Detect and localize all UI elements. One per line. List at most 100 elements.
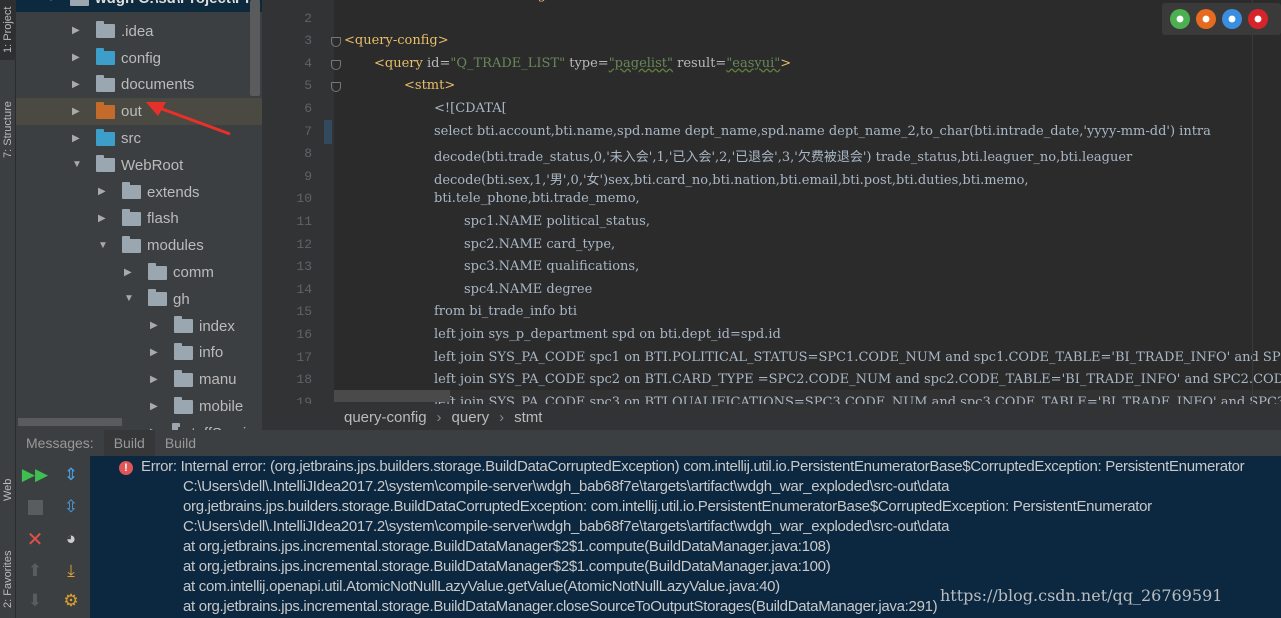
editor-horizontal-scrollbar[interactable] <box>334 390 450 402</box>
message-detail[interactable]: org.jetbrains.jps.builders.storage.Build… <box>183 498 1152 515</box>
collapse-all-icon[interactable]: ⇳ <box>60 496 82 518</box>
code-line: <stmt> <box>404 78 455 93</box>
code-token: <stmt> <box>404 78 456 94</box>
code-line: left join SYS_PA_CODE spc2 on BTI.CARD_T… <box>434 372 1281 387</box>
tree-item[interactable]: ▶ mobile <box>16 393 262 420</box>
chevron-right-icon[interactable]: ▶ <box>124 267 134 278</box>
chevron-right-icon[interactable]: ▶ <box>72 26 82 36</box>
chevron-down-icon[interactable]: ▼ <box>98 240 108 251</box>
line-number: 4 <box>304 55 312 71</box>
breadcrumb-item[interactable]: stmt <box>514 409 542 426</box>
settings-wrench-icon[interactable]: ⚙ <box>60 590 82 612</box>
breadcrumb-separator: › <box>499 408 505 426</box>
message-detail[interactable]: at org.jetbrains.jps.incremental.storage… <box>183 598 938 615</box>
tree-item[interactable]: ▶ comm <box>16 259 262 286</box>
breadcrumb-separator: › <box>436 408 442 426</box>
line-number: 5 <box>304 78 312 94</box>
chevron-right-icon[interactable]: ▶ <box>72 133 82 144</box>
tree-item[interactable]: ▶ extends <box>16 179 262 206</box>
chevron-right-icon[interactable]: ▶ <box>150 321 160 331</box>
tree-item[interactable]: ▶ manu <box>16 366 262 393</box>
tree-item-label: info <box>199 344 224 362</box>
tree-item[interactable]: ▶ index <box>16 313 262 340</box>
line-number: 15 <box>296 304 312 320</box>
folder-icon <box>148 289 167 307</box>
code-token: <![CDATA[ <box>434 101 507 116</box>
chevron-down-icon[interactable]: ▼ <box>72 160 82 170</box>
chevron-right-icon[interactable]: ▶ <box>98 213 108 224</box>
code-token: decode(bti.trade_status,0,'未入会',1,'已入会',… <box>434 150 1133 166</box>
tree-item[interactable]: ▼ modules <box>16 232 262 259</box>
code-token: spc2.NAME card_type, <box>464 236 616 252</box>
tree-horizontal-scrollbar[interactable] <box>18 418 122 426</box>
code-line: left join SYS_PA_CODE spc1 on BTI.POLITI… <box>434 350 1281 365</box>
message-detail[interactable]: C:\Users\dell\.IntelliJIdea2017.2\system… <box>183 518 949 535</box>
tree-item[interactable]: ▼ gh <box>16 286 262 313</box>
fold-marker-icon[interactable] <box>331 82 341 93</box>
chevron-right-icon[interactable]: ▶ <box>150 401 160 412</box>
right-margin-guide <box>1252 0 1253 404</box>
code-line: decode(bti.sex,1,'男',0,'女')sex,bti.card_… <box>434 169 1029 188</box>
chevron-right-icon[interactable]: ▶ <box>72 106 82 117</box>
code-line: <query id="Q_TRADE_LIST" type="pagelist"… <box>374 56 791 71</box>
folder-icon <box>70 0 89 6</box>
previous-icon[interactable]: ⬆ <box>24 560 46 582</box>
message-detail[interactable]: C:\Users\dell\.IntelliJIdea2017.2\system… <box>183 478 949 495</box>
favorites-tool-tab[interactable]: 2: Favorites <box>0 540 16 618</box>
chevron-right-icon[interactable]: ▶ <box>72 79 82 90</box>
chrome-icon[interactable] <box>1170 9 1190 29</box>
line-number: 3 <box>304 33 312 49</box>
tab-build-2[interactable]: Build <box>155 430 206 456</box>
hide-warnings-icon[interactable]: ◕ <box>60 528 82 550</box>
chevron-right-icon[interactable]: ▶ <box>150 374 160 385</box>
line-number: 10 <box>296 191 312 207</box>
tree-item[interactable]: ▶ .idea <box>16 18 262 45</box>
fold-marker-icon[interactable] <box>331 37 341 48</box>
tree-item[interactable]: ▼ wdgh C:\sd\Project\Pro <box>16 0 262 12</box>
tree-item[interactable]: ▶ info <box>16 339 262 366</box>
chevron-right-icon[interactable]: ▶ <box>72 53 82 63</box>
export-icon[interactable]: ⤓ <box>60 560 82 582</box>
line-number: 14 <box>296 281 312 297</box>
tab-build-1[interactable]: Build <box>103 430 155 456</box>
tree-item-label: wdgh C:\sd\Project\Pro <box>95 0 260 7</box>
chevron-right-icon[interactable]: ▶ <box>150 347 160 358</box>
message-detail[interactable]: at org.jetbrains.jps.incremental.storage… <box>183 538 831 555</box>
breadcrumb-item[interactable]: query <box>452 409 490 426</box>
firefox-icon[interactable] <box>1196 9 1216 29</box>
code-line: spc3.NAME qualifications, <box>464 259 639 274</box>
tree-item[interactable]: ▼ WebRoot <box>16 152 262 179</box>
expand-all-icon[interactable]: ⇕ <box>60 464 82 486</box>
opera-icon[interactable] <box>1248 9 1268 29</box>
web-tool-tab[interactable]: Web <box>0 460 16 520</box>
project-tool-tab[interactable]: 1: Project <box>0 0 16 60</box>
rerun-icon[interactable]: ▶▶ <box>22 464 48 486</box>
next-icon[interactable]: ⬇ <box>24 590 46 612</box>
message-detail[interactable]: at org.jetbrains.jps.incremental.storage… <box>183 558 831 575</box>
code-line: bti.tele_phone,bti.trade_memo, <box>434 191 640 206</box>
breadcrumb-item[interactable]: query-config <box>344 409 427 426</box>
project-tree: ▼ wdgh C:\sd\Project\Pro ▶ .idea ▶ config ▶ doc… <box>16 0 262 430</box>
structure-tool-tab[interactable]: 7: Structure <box>0 80 16 180</box>
folder-icon <box>96 128 115 146</box>
code-line: select bti.account,bti.name,spd.name dep… <box>434 124 1211 139</box>
chevron-down-icon[interactable]: ▼ <box>124 294 134 304</box>
code-token: decode(bti.sex,1,'男',0,'女')sex,bti.card_… <box>434 172 1029 188</box>
tree-scrollbar[interactable] <box>250 0 260 96</box>
folder-icon <box>148 262 167 280</box>
tree-item[interactable]: ▶ documents <box>16 71 262 98</box>
error-message[interactable]: Error: Internal error: (org.jetbrains.jp… <box>141 458 1245 475</box>
chevron-right-icon[interactable]: ▶ <box>98 187 108 197</box>
tree-item[interactable]: ▶ flash <box>16 205 262 232</box>
chevron-down-icon[interactable]: ▼ <box>46 0 56 4</box>
close-icon[interactable]: ✕ <box>24 528 46 551</box>
code-token: <query <box>374 55 427 71</box>
folder-icon <box>174 369 193 387</box>
code-line: spc1.NAME political_status, <box>464 214 650 229</box>
tree-item-label: comm <box>173 264 214 281</box>
stop-icon[interactable] <box>24 496 46 518</box>
fold-marker-icon[interactable] <box>331 59 341 70</box>
tree-item[interactable]: ▶ config <box>16 45 262 72</box>
message-detail[interactable]: at com.intellij.openapi.util.AtomicNotNu… <box>183 578 780 595</box>
safari-icon[interactable] <box>1222 9 1242 29</box>
